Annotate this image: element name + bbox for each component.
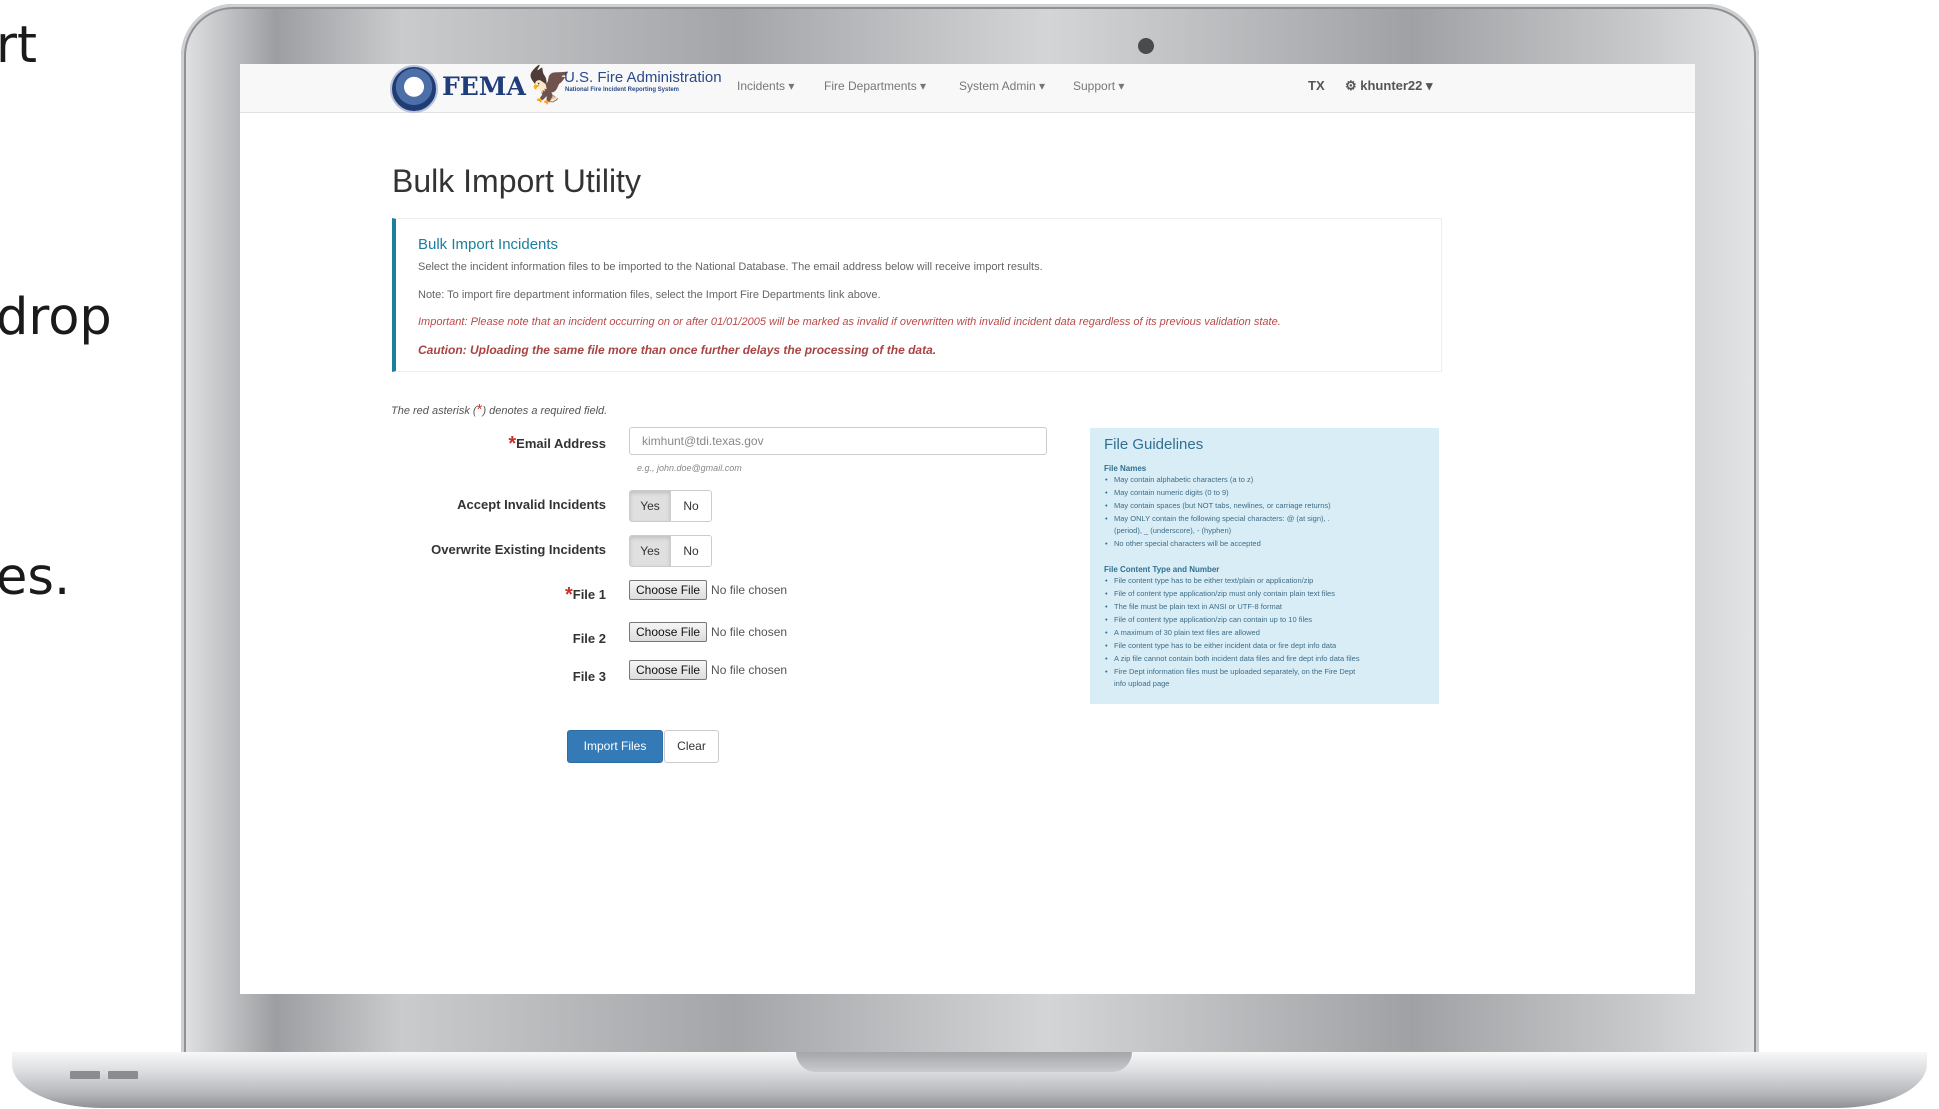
required-star: * (508, 433, 517, 455)
usfa-logo-subtitle: National Fire Incident Reporting System (565, 87, 680, 93)
email-label: *Email Address (508, 433, 606, 455)
laptop-ports (70, 1064, 146, 1083)
guideline-item: May contain numeric digits (0 to 9) (1105, 489, 1229, 497)
file2-input: Choose File No file chosen (629, 622, 787, 642)
accept-invalid-no[interactable]: No (671, 491, 711, 521)
guideline-item: May contain alphabetic characters (a to … (1105, 476, 1253, 484)
guideline-item: May ONLY contain the following special c… (1105, 515, 1330, 523)
accept-invalid-yes[interactable]: Yes (630, 491, 671, 521)
file2-label: File 2 (572, 631, 606, 646)
file3-choose-button[interactable]: Choose File (629, 660, 708, 680)
guideline-item: Fire Dept information files must be uplo… (1105, 668, 1355, 676)
state-indicator[interactable]: TX (1308, 78, 1325, 93)
info-caution: Caution: Uploading the same file more th… (418, 343, 937, 357)
guideline-item-cont: info upload page (1114, 679, 1170, 688)
info-important: Important: Please note that an incident … (418, 316, 1281, 328)
guideline-item: File of content type application/zip can… (1105, 616, 1312, 624)
slide-text-fragment: drop (0, 288, 112, 347)
page-title: Bulk Import Utility (392, 163, 641, 199)
nav-support[interactable]: Support ▾ (1073, 79, 1124, 93)
laptop-notch (796, 1052, 1132, 1072)
accept-invalid-toggle: Yes No (629, 490, 712, 522)
nav-fire-departments[interactable]: Fire Departments ▾ (824, 79, 926, 93)
email-hint: e.g., john.doe@gmail.com (637, 463, 742, 473)
slide-text-fragment: rt (0, 16, 37, 75)
overwrite-existing-toggle: Yes No (629, 535, 712, 567)
guideline-item-cont: (period), _ (underscore), - (hyphen) (1114, 526, 1232, 535)
file1-status: No file chosen (711, 583, 788, 597)
guideline-item: A maximum of 30 plain text files are all… (1105, 629, 1260, 637)
guideline-item: The file must be plain text in ANSI or U… (1105, 603, 1282, 611)
file1-label: *File 1 (564, 584, 606, 606)
guideline-item: File of content type application/zip mus… (1105, 590, 1335, 598)
nav-system-admin[interactable]: System Admin ▾ (959, 79, 1045, 93)
overwrite-existing-yes[interactable]: Yes (630, 536, 671, 566)
usfa-logo-text[interactable]: U.S. Fire Administration (564, 69, 722, 86)
fema-logo[interactable]: FEMA (442, 72, 526, 101)
dhs-seal-icon (390, 65, 438, 113)
navbar: FEMA 🦅 U.S. Fire Administration National… (240, 64, 1695, 113)
required-field-note: The red asterisk (*) denotes a required … (391, 401, 608, 418)
guidelines-content-heading: File Content Type and Number (1104, 565, 1220, 574)
app-screen: FEMA 🦅 U.S. Fire Administration National… (240, 64, 1695, 994)
info-note: Note: To import fire department informat… (418, 289, 881, 301)
file-guidelines-panel: File Guidelines File Names May contain a… (1090, 428, 1439, 704)
guidelines-names-heading: File Names (1104, 464, 1147, 473)
file3-label: File 3 (572, 669, 606, 684)
file2-status: No file chosen (711, 625, 788, 639)
camera-icon (1138, 38, 1154, 54)
file1-input: Choose File No file chosen (629, 580, 787, 600)
guidelines-title: File Guidelines (1104, 436, 1204, 453)
info-box: Bulk Import Incidents Select the inciden… (392, 218, 1442, 372)
email-input[interactable]: kimhunt@tdi.texas.gov (629, 427, 1047, 455)
info-line: Select the incident information files to… (418, 261, 1043, 273)
file2-choose-button[interactable]: Choose File (629, 622, 708, 642)
guideline-item: No other special characters will be acce… (1105, 540, 1261, 548)
info-title: Bulk Import Incidents (418, 236, 559, 253)
slide-text-fragment: es. (0, 548, 71, 607)
guideline-item: A zip file cannot contain both incident … (1105, 655, 1360, 663)
import-files-button[interactable]: Import Files (567, 730, 663, 763)
accept-invalid-label: Accept Invalid Incidents (457, 497, 606, 512)
overwrite-existing-label: Overwrite Existing Incidents (431, 542, 606, 557)
clear-button[interactable]: Clear (664, 730, 719, 763)
file1-choose-button[interactable]: Choose File (629, 580, 708, 600)
file3-status: No file chosen (711, 663, 788, 677)
file3-input: Choose File No file chosen (629, 660, 787, 680)
nav-incidents[interactable]: Incidents ▾ (737, 79, 794, 93)
guideline-item: File content type has to be either incid… (1105, 642, 1336, 650)
overwrite-existing-no[interactable]: No (671, 536, 711, 566)
user-menu[interactable]: ⚙ khunter22 ▾ (1345, 78, 1433, 94)
required-star: * (564, 584, 573, 606)
guideline-item: May contain spaces (but NOT tabs, newlin… (1105, 502, 1331, 510)
guideline-item: File content type has to be either text/… (1105, 577, 1313, 585)
